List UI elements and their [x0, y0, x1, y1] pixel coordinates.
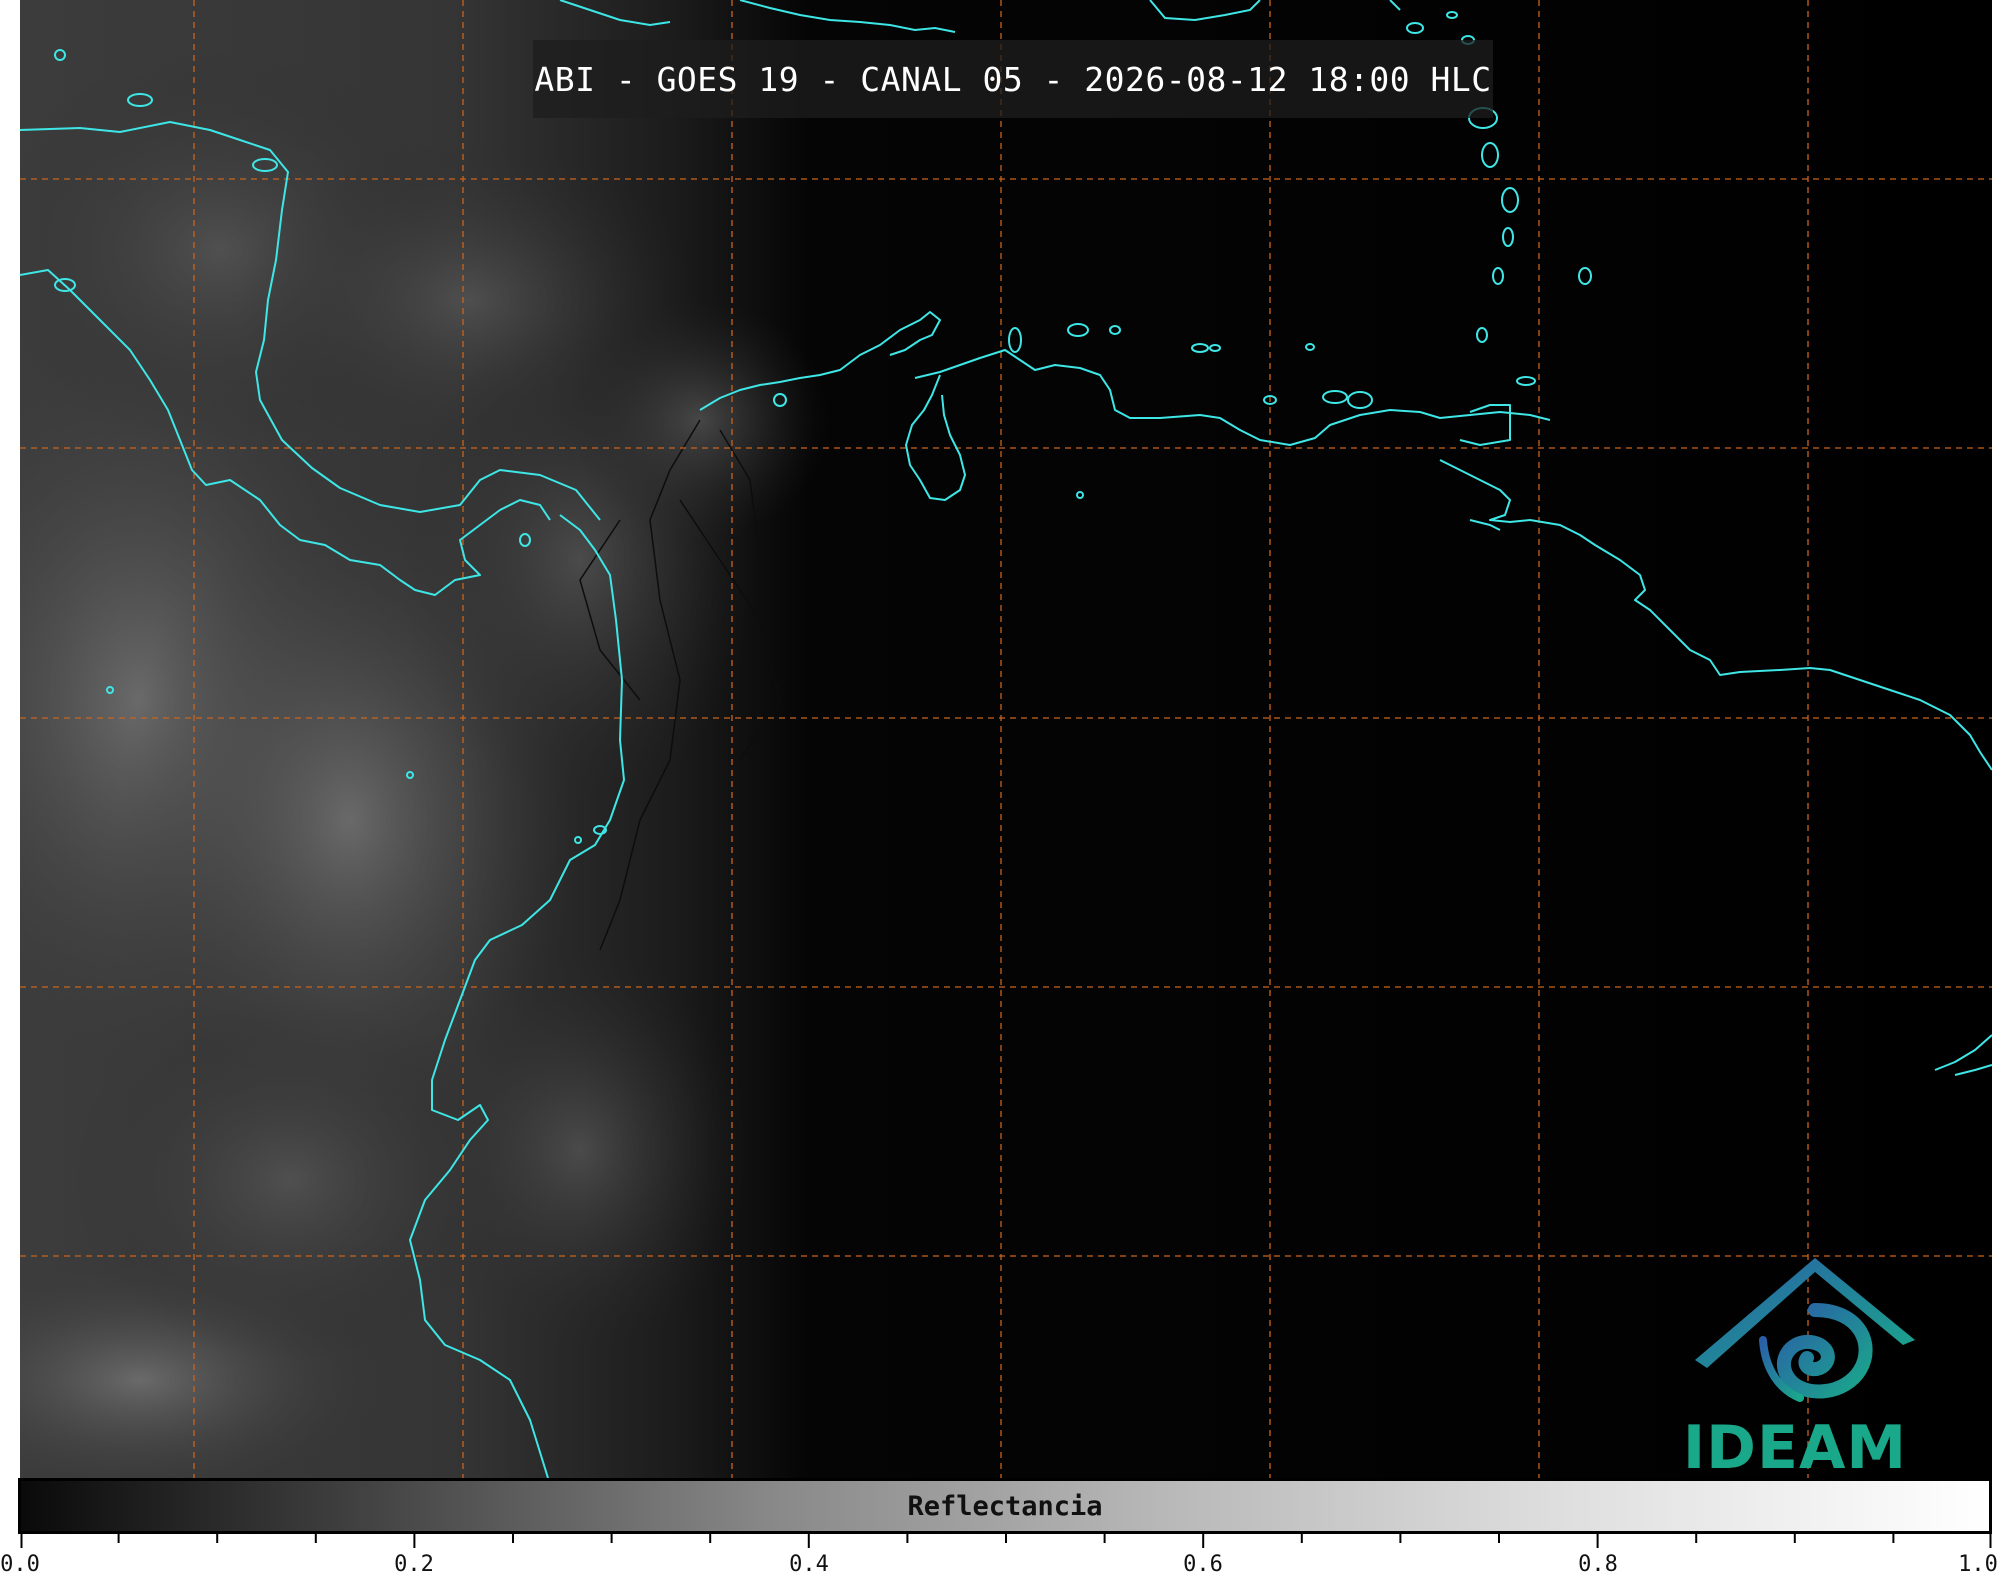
- tick-label-5: 1.0: [1958, 1552, 1998, 1577]
- colorbar-label: Reflectancia: [907, 1490, 1103, 1522]
- tick-label-4: 0.8: [1578, 1552, 1618, 1577]
- colorbar: Reflectancia: [18, 1478, 1992, 1534]
- tick-label-0: 0.0: [0, 1552, 40, 1577]
- satellite-map: ABI - GOES 19 - CANAL 05 - 2026-08-12 18…: [20, 0, 1992, 1478]
- tick-label-1: 0.2: [394, 1552, 434, 1577]
- ideam-logo: IDEAM: [1665, 1250, 1925, 1478]
- ideam-logo-icon: [1695, 1258, 1915, 1402]
- colorbar-tick-marks: [20, 1534, 1992, 1548]
- tick-label-3: 0.6: [1183, 1552, 1223, 1577]
- map-title: ABI - GOES 19 - CANAL 05 - 2026-08-12 18…: [534, 59, 1492, 99]
- colorbar-ticks: 0.0 0.2 0.4 0.6 0.8 1.0: [0, 1534, 1998, 1577]
- tick-label-2: 0.4: [789, 1552, 829, 1577]
- title-panel: ABI - GOES 19 - CANAL 05 - 2026-08-12 18…: [533, 40, 1493, 118]
- logo-text: IDEAM: [1682, 1413, 1908, 1478]
